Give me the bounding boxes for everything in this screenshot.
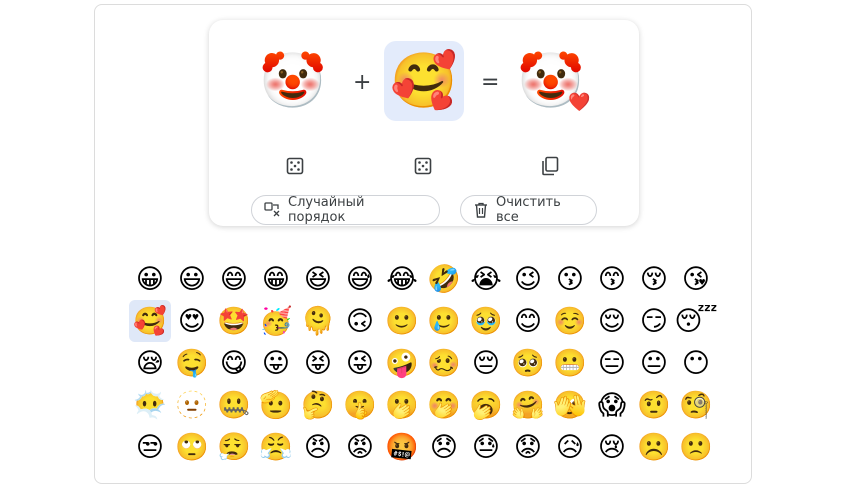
- emoji-cell[interactable]: 😚: [633, 258, 675, 300]
- emoji-cell[interactable]: 🤫: [339, 384, 381, 426]
- emoji-mixer-card: 🤡 + 🥰 = 🤡 ❤️ Случайный порядок Очистить …: [209, 20, 639, 226]
- emoji-cell[interactable]: 😒: [129, 426, 171, 468]
- emoji-cell[interactable]: 🥳: [255, 300, 297, 342]
- emoji-cell[interactable]: 😆: [297, 258, 339, 300]
- emoji-cell[interactable]: 🤪: [381, 342, 423, 384]
- emoji-cell[interactable]: 😗: [549, 258, 591, 300]
- emoji-cell[interactable]: 😶‍🌫️: [129, 384, 171, 426]
- shuffle-button[interactable]: Случайный порядок: [251, 195, 440, 225]
- emoji-cell[interactable]: ☺️: [549, 300, 591, 342]
- emoji-cell[interactable]: 🙃: [339, 300, 381, 342]
- result-heart-overlay: ❤️: [568, 92, 591, 113]
- emoji-cell[interactable]: 🥰: [129, 300, 171, 342]
- emoji-cell[interactable]: 😬: [549, 342, 591, 384]
- emoji-cell[interactable]: 🫣: [549, 384, 591, 426]
- emoji-cell[interactable]: 😂: [381, 258, 423, 300]
- shuffle-label: Случайный порядок: [288, 195, 365, 225]
- emoji-cell[interactable]: 😊: [507, 300, 549, 342]
- emoji-cell[interactable]: 🤬: [381, 426, 423, 468]
- emoji-cell[interactable]: 😌: [591, 300, 633, 342]
- emoji-kitchen-page: 🤡 + 🥰 = 🤡 ❤️ Случайный порядок Очистить …: [0, 0, 850, 484]
- left-emoji: 🤡: [259, 49, 327, 112]
- emoji-cell[interactable]: 😤: [255, 426, 297, 468]
- left-emoji-slot[interactable]: 🤡: [253, 41, 333, 121]
- clear-all-label: Очистить все: [496, 195, 561, 225]
- emoji-cell[interactable]: 😋: [213, 342, 255, 384]
- emoji-cell[interactable]: 🙁: [675, 426, 717, 468]
- clear-all-button[interactable]: Очистить все: [460, 195, 597, 225]
- dice-icon[interactable]: [413, 156, 433, 176]
- emoji-cell[interactable]: 😃: [171, 258, 213, 300]
- equals-sign: =: [481, 70, 500, 95]
- emoji-cell[interactable]: 😪: [129, 342, 171, 384]
- emoji-cell[interactable]: 😛: [255, 342, 297, 384]
- emoji-cell[interactable]: ☹️: [633, 426, 675, 468]
- emoji-cell[interactable]: 😠: [297, 426, 339, 468]
- emoji-cell[interactable]: 😞: [423, 426, 465, 468]
- emoji-cell[interactable]: 🤐: [213, 384, 255, 426]
- plus-sign: +: [353, 70, 372, 95]
- emoji-cell[interactable]: 🥲: [423, 300, 465, 342]
- emoji-cell[interactable]: 🥴: [423, 342, 465, 384]
- emoji-cell[interactable]: 😙: [591, 258, 633, 300]
- emoji-cell[interactable]: 😟: [507, 426, 549, 468]
- emoji-cell[interactable]: 🧐: [675, 384, 717, 426]
- emoji-cell[interactable]: 😄: [213, 258, 255, 300]
- emoji-cell[interactable]: 😜: [339, 342, 381, 384]
- emoji-cell[interactable]: 😅: [339, 258, 381, 300]
- emoji-cell[interactable]: 🤤: [171, 342, 213, 384]
- emoji-cell[interactable]: 😑: [591, 342, 633, 384]
- emoji-cell[interactable]: 🙄: [171, 426, 213, 468]
- emoji-cell[interactable]: 🤗: [507, 384, 549, 426]
- emoji-cell[interactable]: 😮‍💨: [213, 426, 255, 468]
- emoji-cell[interactable]: 🙂: [381, 300, 423, 342]
- emoji-cell[interactable]: 🫡: [255, 384, 297, 426]
- dice-icon[interactable]: [285, 156, 305, 176]
- emoji-cell[interactable]: 😍: [171, 300, 213, 342]
- emoji-cell[interactable]: 😏: [633, 300, 675, 342]
- emoji-cell[interactable]: 😶: [675, 342, 717, 384]
- emoji-cell[interactable]: 🤣: [423, 258, 465, 300]
- emoji-cell[interactable]: 😝: [297, 342, 339, 384]
- emoji-grid: 😀 😃 😄 😁 😆 😅 😂 🤣 😭 😉 😗 😙 😚 😘 🥰 😍 🤩 🥳 🫠 🙃 🙂 🥲 🥹 😊 ☺️ 😌 😏 😴 😪 🤤 😋 😛 😝 😜 🤪 🥴 😔 🥺 😬…: [129, 258, 719, 468]
- emoji-cell[interactable]: 🫥: [171, 384, 213, 426]
- emoji-cell[interactable]: 😢: [591, 426, 633, 468]
- trash-icon: [473, 202, 488, 218]
- emoji-cell[interactable]: 😥: [549, 426, 591, 468]
- emoji-cell[interactable]: 😉: [507, 258, 549, 300]
- emoji-cell[interactable]: 😀: [129, 258, 171, 300]
- emoji-cell[interactable]: 🤭: [423, 384, 465, 426]
- copy-icon[interactable]: [540, 156, 560, 176]
- emoji-cell[interactable]: 🫢: [381, 384, 423, 426]
- emoji-cell[interactable]: 😔: [465, 342, 507, 384]
- emoji-cell[interactable]: 😘: [675, 258, 717, 300]
- right-emoji-slot[interactable]: 🥰: [384, 41, 464, 121]
- shuffle-icon: [264, 202, 280, 218]
- emoji-cell[interactable]: 🤨: [633, 384, 675, 426]
- emoji-cell[interactable]: 😭: [465, 258, 507, 300]
- emoji-cell[interactable]: 😓: [465, 426, 507, 468]
- emoji-cell[interactable]: 😐: [633, 342, 675, 384]
- emoji-cell[interactable]: 🤔: [297, 384, 339, 426]
- emoji-cell[interactable]: 😴: [674, 300, 717, 342]
- emoji-cell[interactable]: 😱: [591, 384, 633, 426]
- emoji-cell[interactable]: 🤩: [213, 300, 255, 342]
- emoji-cell[interactable]: 🫠: [297, 300, 339, 342]
- right-emoji: 🥰: [390, 49, 458, 112]
- emoji-cell[interactable]: 🥹: [465, 300, 507, 342]
- emoji-cell[interactable]: 😡: [339, 426, 381, 468]
- emoji-cell[interactable]: 🥱: [465, 384, 507, 426]
- emoji-cell[interactable]: 🥺: [507, 342, 549, 384]
- result-emoji-slot[interactable]: 🤡 ❤️: [511, 41, 591, 121]
- emoji-cell[interactable]: 😁: [255, 258, 297, 300]
